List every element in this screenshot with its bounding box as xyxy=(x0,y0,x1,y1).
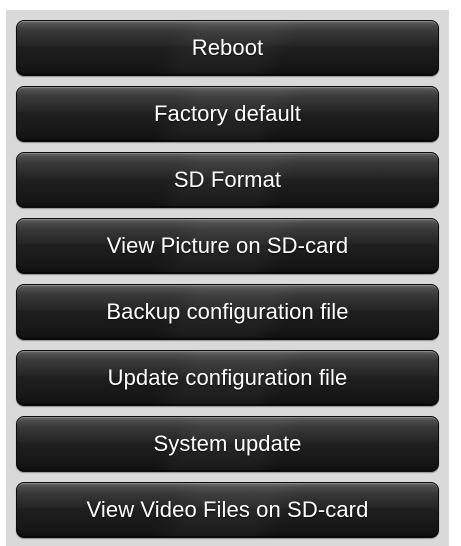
backup-configuration-file-button-label: Backup configuration file xyxy=(106,299,349,324)
reboot-button-label: Reboot xyxy=(191,35,264,60)
update-configuration-file-button[interactable]: Update configuration file xyxy=(16,350,439,406)
sd-format-button-label: SD Format xyxy=(173,167,282,192)
factory-default-button-label: Factory default xyxy=(153,101,301,126)
system-update-button-label: System update xyxy=(153,431,302,456)
backup-configuration-file-button[interactable]: Backup configuration file xyxy=(16,284,439,340)
view-video-files-sd-card-button-label: View Video Files on SD-card xyxy=(86,497,369,522)
system-menu-panel: Reboot Factory default SD Format View Pi… xyxy=(6,10,449,546)
view-picture-sd-card-button[interactable]: View Picture on SD-card xyxy=(16,218,439,274)
update-configuration-file-button-label: Update configuration file xyxy=(107,365,348,390)
view-video-files-sd-card-button[interactable]: View Video Files on SD-card xyxy=(16,482,439,538)
view-picture-sd-card-button-label: View Picture on SD-card xyxy=(106,233,349,258)
system-update-button[interactable]: System update xyxy=(16,416,439,472)
factory-default-button[interactable]: Factory default xyxy=(16,86,439,142)
reboot-button[interactable]: Reboot xyxy=(16,20,439,76)
sd-format-button[interactable]: SD Format xyxy=(16,152,439,208)
